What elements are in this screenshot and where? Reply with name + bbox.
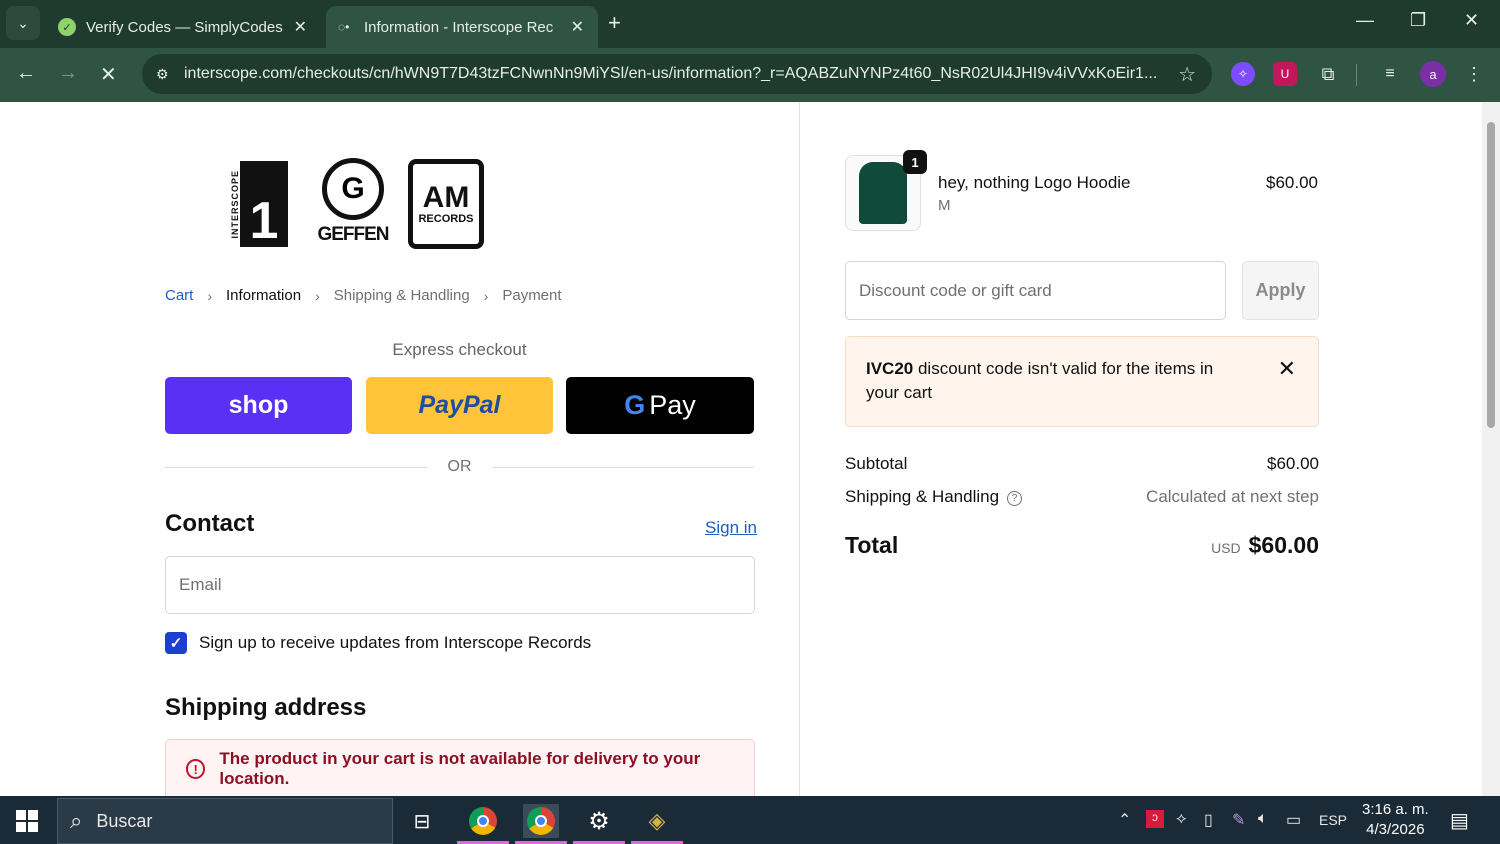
stop-loading-icon[interactable]: ✕	[100, 62, 117, 87]
order-summary: 1 hey, nothing Logo Hoodie M $60.00 Disc…	[799, 102, 1482, 796]
paypal-button[interactable]: PayPal	[366, 377, 553, 434]
express-checkout-title: Express checkout	[392, 340, 527, 359]
close-window-icon[interactable]: ✕	[1464, 10, 1479, 31]
ublock-shield-icon[interactable]: U	[1273, 62, 1297, 86]
language-indicator[interactable]: ESP	[1319, 812, 1347, 828]
chrome-profile-taskbar-icon[interactable]	[515, 804, 567, 844]
chrome-taskbar-icon[interactable]	[457, 804, 509, 844]
delivery-error-banner: ! The product in your cart is not availa…	[165, 739, 755, 796]
profile-avatar[interactable]: a	[1420, 61, 1446, 87]
hoodie-image	[859, 162, 907, 224]
close-notice-icon[interactable]: ✕	[1278, 357, 1296, 381]
close-tab-icon[interactable]: ✕	[571, 17, 584, 37]
clock[interactable]: 3:16 a. m. 4/3/2026	[1362, 800, 1429, 840]
page-scrollbar[interactable]	[1482, 102, 1500, 796]
subtotal-row: Subtotal $60.00	[845, 454, 1319, 473]
scrollbar-thumb[interactable]	[1487, 122, 1495, 428]
alert-circle-icon: !	[186, 759, 206, 779]
back-arrow-icon[interactable]: ←	[16, 62, 36, 85]
browser-toolbar: ← → ✕ ⚙ interscope.com/checkouts/cn/hWN9…	[0, 48, 1500, 102]
browser-tab-strip: ⌄ ✓ Verify Codes — SimplyCodes ✕ ◌• Info…	[0, 0, 1500, 48]
volume-icon[interactable]: 🔈︎	[1258, 810, 1268, 828]
product-variant: M	[938, 197, 951, 214]
discount-code: IVC20	[866, 359, 914, 378]
breadcrumb-information: Information	[226, 287, 302, 304]
breadcrumb-payment: Payment	[502, 287, 562, 304]
or-divider: OR	[165, 458, 754, 476]
settings-gear-icon[interactable]: ⚙	[573, 804, 625, 844]
currency-code: USD	[1211, 540, 1241, 556]
brand-logos: INTERSCOPE 1 G GEFFEN AM RECORDS	[230, 158, 484, 250]
tab-title: Verify Codes — SimplyCodes	[86, 18, 283, 36]
extension-purple-icon[interactable]: ✧	[1231, 62, 1255, 86]
help-question-icon[interactable]: ?	[1007, 491, 1023, 506]
shipping-address-heading: Shipping address	[165, 694, 367, 721]
quantity-badge: 1	[903, 150, 927, 174]
breadcrumb-cart[interactable]: Cart	[165, 287, 193, 304]
restore-icon[interactable]: ❐	[1410, 10, 1426, 31]
signup-checkbox[interactable]: ✓	[165, 632, 187, 654]
taskbar-search[interactable]: ⌕ Buscar	[57, 798, 393, 844]
contact-heading: Contact	[165, 510, 255, 537]
product-price: $60.00	[1266, 173, 1318, 192]
display-icon[interactable]: ▭	[1286, 810, 1301, 830]
app-tray-icon[interactable]: ↄ	[1146, 810, 1164, 828]
delivery-error-text: The product in your cart is not availabl…	[219, 749, 701, 788]
show-hidden-icons-chevron-icon[interactable]: ⌃	[1118, 810, 1131, 830]
league-client-icon[interactable]: ◈	[631, 804, 683, 844]
checkout-page: INTERSCOPE 1 G GEFFEN AM RECORDS Cart › …	[0, 102, 1482, 796]
email-field[interactable]: Email	[165, 556, 755, 614]
address-bar[interactable]: ⚙ interscope.com/checkouts/cn/hWN9T7D43t…	[142, 54, 1212, 94]
notification-center-icon[interactable]: ▤	[1450, 808, 1469, 833]
network-antenna-icon[interactable]: ⟡	[1176, 810, 1187, 828]
loading-favicon-icon: ◌•	[338, 20, 350, 34]
task-view-icon[interactable]: ⊟	[404, 804, 440, 838]
total-value: $60.00	[1248, 532, 1319, 558]
bookmark-star-icon[interactable]: ☆	[1178, 62, 1196, 87]
notice-text: discount code isn't valid for the items …	[866, 359, 1214, 402]
google-g-icon: G	[624, 390, 646, 420]
chevron-right-icon: ›	[315, 287, 320, 304]
breadcrumb-shipping: Shipping & Handling	[333, 287, 470, 304]
tab-title: Information - Interscope Records	[364, 18, 554, 36]
am-records-logo: AM RECORDS	[408, 159, 484, 249]
interscope-logo: INTERSCOPE 1	[230, 158, 298, 250]
chevron-right-icon: ›	[207, 287, 213, 304]
close-tab-icon[interactable]: ✕	[294, 17, 307, 37]
subtotal-value: $60.00	[1267, 454, 1319, 473]
tab-simplycodes[interactable]: ✓ Verify Codes — SimplyCodes ✕	[46, 6, 321, 48]
extensions-puzzle-icon[interactable]: ⧉	[1316, 62, 1340, 86]
signup-checkbox-label[interactable]: Sign up to receive updates from Intersco…	[199, 633, 591, 653]
search-icon: ⌕	[70, 808, 83, 833]
site-settings-icon[interactable]: ⚙	[156, 66, 176, 83]
tab-interscope[interactable]: ◌• Information - Interscope Records ✕	[326, 6, 598, 48]
breadcrumb: Cart › Information › Shipping & Handling…	[165, 287, 562, 304]
apply-discount-button[interactable]: Apply	[1242, 261, 1319, 320]
chevron-right-icon: ›	[483, 287, 489, 304]
total-row: Total USD $60.00	[845, 532, 1319, 558]
simplycodes-favicon-icon: ✓	[58, 18, 76, 36]
windows-start-icon[interactable]	[16, 810, 38, 832]
pen-icon[interactable]: ✎	[1232, 810, 1245, 830]
media-control-icon[interactable]: ≡	[1378, 62, 1402, 86]
sign-in-link[interactable]: Sign in	[705, 518, 757, 538]
shop-pay-button[interactable]: shop	[165, 377, 352, 434]
google-pay-button[interactable]: G Pay	[566, 377, 754, 434]
shipping-value: Calculated at next step	[1146, 487, 1319, 506]
discount-code-input[interactable]: Discount code or gift card	[845, 261, 1226, 320]
forward-arrow-icon[interactable]: →	[58, 62, 78, 85]
discount-invalid-notice: IVC20 discount code isn't valid for the …	[845, 336, 1319, 427]
tab-search-chevron-icon[interactable]: ⌄	[6, 6, 40, 40]
windows-taskbar: ⌕ Buscar ⊟ ⚙ ◈ ⌃ ↄ ⟡ ▯ ✎ 🔈︎ ▭ ESP 3:16 a…	[0, 796, 1500, 844]
new-tab-plus-icon[interactable]: +	[608, 10, 621, 36]
geffen-logo: G GEFFEN	[317, 158, 390, 250]
url-text[interactable]: interscope.com/checkouts/cn/hWN9T7D43tzF…	[184, 65, 1159, 83]
product-name: hey, nothing Logo Hoodie	[938, 173, 1131, 192]
toolbar-divider	[1356, 64, 1357, 86]
chrome-menu-kebab-icon[interactable]: ⋮	[1462, 62, 1486, 86]
minimize-icon[interactable]: —	[1356, 10, 1374, 31]
shipping-row: Shipping & Handling? Calculated at next …	[845, 487, 1319, 506]
battery-icon[interactable]: ▯	[1204, 810, 1213, 830]
